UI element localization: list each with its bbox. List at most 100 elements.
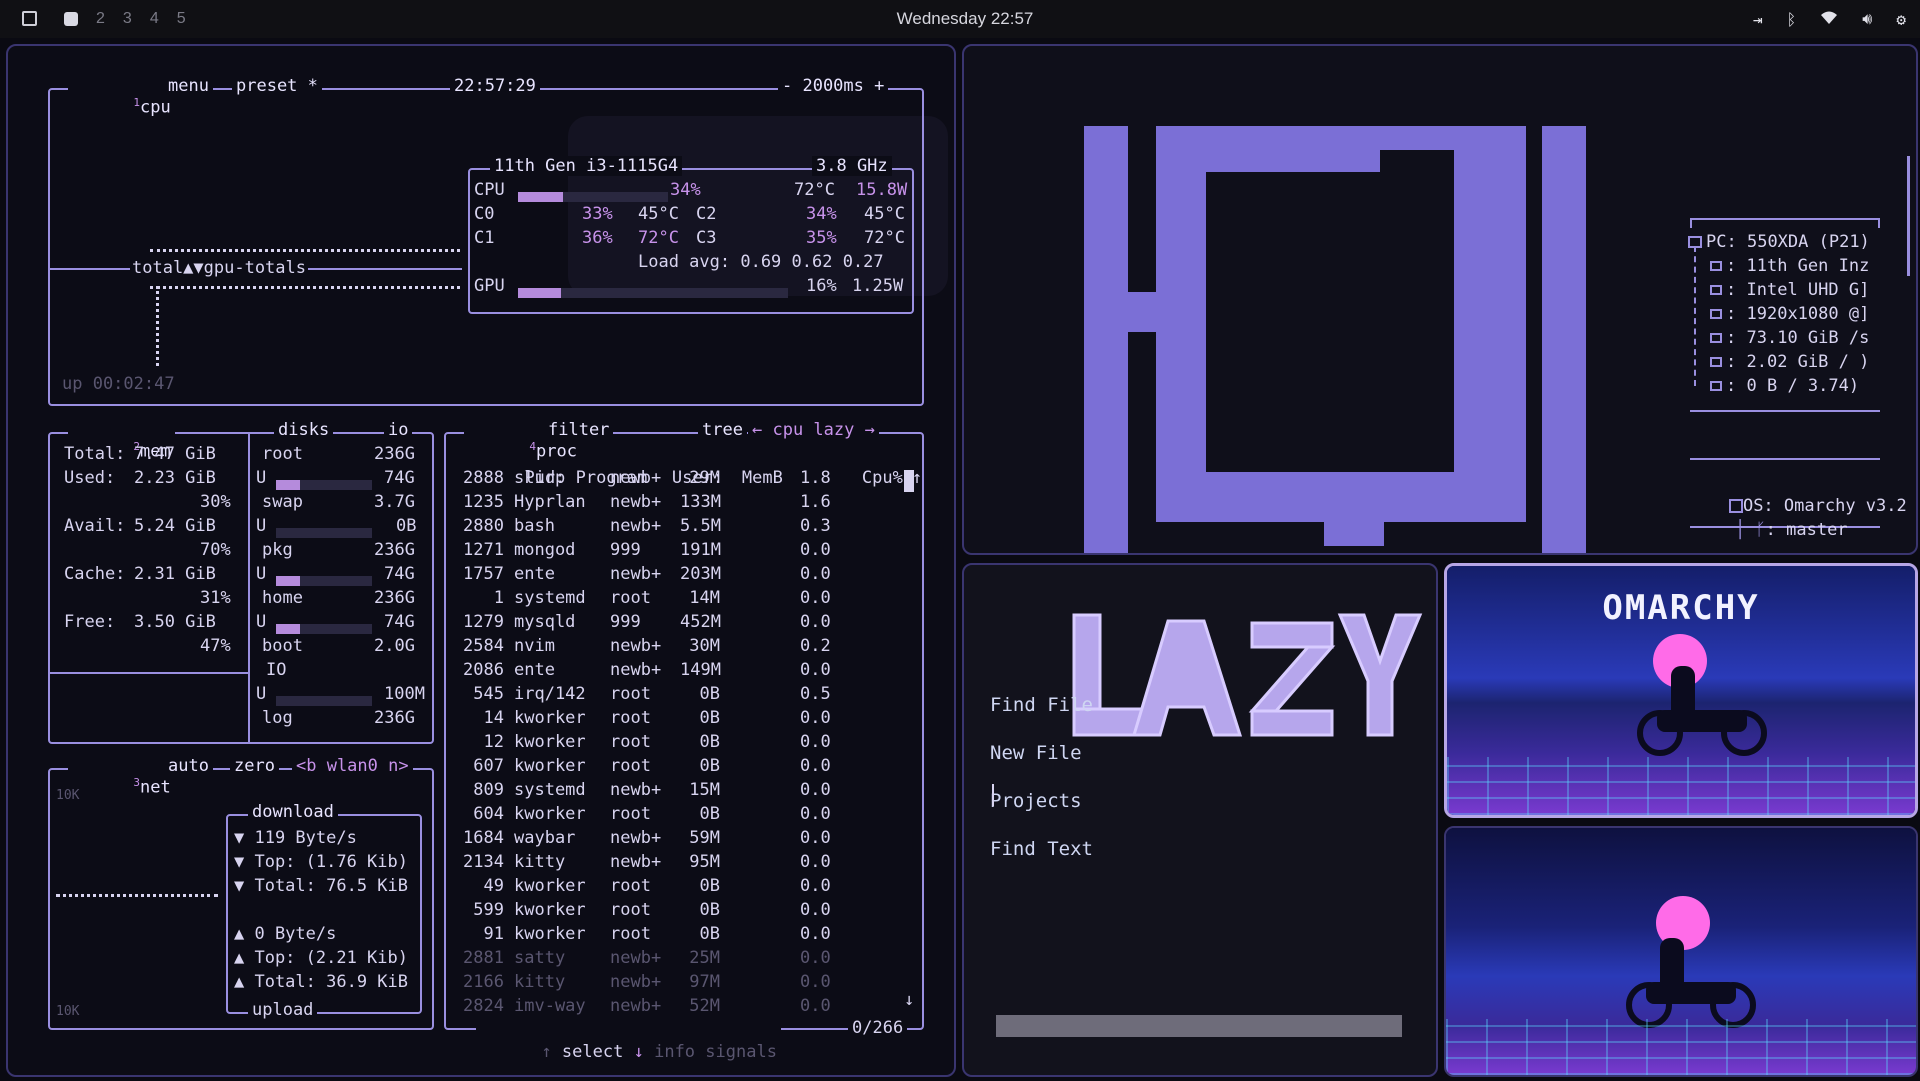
table-row[interactable]: 1279 mysqld 999 452M 0.0 bbox=[452, 610, 902, 634]
disks-tab[interactable]: disks bbox=[274, 420, 334, 440]
table-row[interactable]: 604 kworker root 0B 0.0 bbox=[452, 802, 902, 826]
proc-scrollbar[interactable] bbox=[904, 470, 914, 492]
nvim-dashboard-window[interactable]: Find File New File Projects Find Text bbox=[962, 563, 1438, 1077]
proc-sort-selector[interactable]: ← cpu lazy → bbox=[748, 420, 879, 440]
bluetooth-icon[interactable]: ᛒ bbox=[1787, 10, 1797, 29]
core-c3-temp: 72°C bbox=[864, 228, 905, 248]
cpu-clock: 22:57:29 bbox=[450, 76, 540, 96]
table-row[interactable]: 49 kworker root 0B 0.0 bbox=[452, 874, 902, 898]
wallpaper-title: OMARCHY bbox=[1602, 588, 1760, 628]
update-interval[interactable]: - 2000ms + bbox=[778, 76, 889, 96]
net-interface-selector[interactable]: <b wlan0 n> bbox=[292, 756, 413, 776]
gpu-graph-spike bbox=[156, 286, 160, 366]
table-row[interactable]: 2134 kitty newb+ 95M 0.0 bbox=[452, 850, 902, 874]
program-cell: ente bbox=[514, 564, 555, 584]
load-average: Load avg: 0.69 0.62 0.27 bbox=[638, 252, 884, 272]
mem-used-pct: 30% bbox=[200, 492, 231, 512]
wifi-icon[interactable] bbox=[1820, 10, 1838, 29]
ff-scrollbar[interactable] bbox=[1907, 156, 1910, 276]
cpu-tab[interactable]: cpu bbox=[140, 98, 171, 118]
table-row[interactable]: 14 kworker root 0B 0.0 bbox=[452, 706, 902, 730]
mem-cell: 0B bbox=[699, 732, 720, 752]
program-cell: kworker bbox=[514, 804, 586, 824]
fastfetch-window[interactable]: PC: 550XDA (P21): 11th Gen Inz: Intel UH… bbox=[962, 44, 1918, 555]
program-cell: kworker bbox=[514, 756, 586, 776]
table-row[interactable]: 2584 nvim newb+ 30M 0.2 bbox=[452, 634, 902, 658]
table-row[interactable]: 2888 slurp newb+ 29M 1.8 bbox=[452, 466, 902, 490]
cpu-cell: 0.0 bbox=[800, 780, 831, 800]
user-cell: newb+ bbox=[610, 492, 662, 512]
mem-cell: 133M bbox=[680, 492, 721, 512]
program-cell: kitty bbox=[514, 852, 566, 872]
logout-icon[interactable]: ⇥ bbox=[1753, 10, 1763, 29]
disk-root-size: 236G bbox=[374, 444, 415, 464]
scroll-down-icon[interactable]: ↓ bbox=[904, 988, 914, 1012]
table-row[interactable]: 2881 satty newb+ 25M 0.0 bbox=[452, 946, 902, 970]
net-auto-toggle[interactable]: auto bbox=[164, 756, 213, 776]
user-cell: root bbox=[610, 756, 651, 776]
program-cell: mysqld bbox=[514, 612, 576, 632]
table-row[interactable]: 1757 ente newb+ 203M 0.0 bbox=[452, 562, 902, 586]
hardware-box-right bbox=[1878, 218, 1880, 228]
pid-cell: 2880 bbox=[463, 516, 504, 536]
cpu-cell: 1.8 bbox=[800, 468, 831, 488]
table-row[interactable]: 545 irq/142 root 0B 0.5 bbox=[452, 682, 902, 706]
net-zero-toggle[interactable]: zero bbox=[230, 756, 279, 776]
table-row[interactable]: 1235 Hyprlan newb+ 133M 1.6 bbox=[452, 490, 902, 514]
program-cell: imv-way bbox=[514, 996, 586, 1016]
menu-button[interactable]: menu bbox=[164, 76, 213, 96]
table-row[interactable]: 2166 kitty newb+ 97M 0.0 bbox=[452, 970, 902, 994]
branch-value: master bbox=[1786, 520, 1848, 540]
disk-pkg-used: 74G bbox=[384, 564, 415, 584]
table-row[interactable]: 2824 imv-way newb+ 52M 0.0 bbox=[452, 994, 902, 1018]
wallpaper-preview-selected[interactable]: OMARCHY bbox=[1444, 563, 1918, 818]
table-row[interactable]: 91 kworker root 0B 0.0 bbox=[452, 922, 902, 946]
memory-icon bbox=[1710, 357, 1722, 367]
mem-free-value: 3.50 GiB bbox=[134, 612, 216, 632]
table-row[interactable]: 2880 bash newb+ 5.5M 0.3 bbox=[452, 514, 902, 538]
volume-icon[interactable]: 🔊︎ bbox=[1862, 9, 1872, 29]
cpu-cell: 0.0 bbox=[800, 852, 831, 872]
net-tab[interactable]: net bbox=[140, 778, 171, 798]
pid-cell: 1684 bbox=[463, 828, 504, 848]
io-tab[interactable]: io bbox=[384, 420, 413, 440]
table-row[interactable]: 1 systemd root 14M 0.0 bbox=[452, 586, 902, 610]
mem-cell: 95M bbox=[689, 852, 720, 872]
select-button[interactable]: select bbox=[562, 1042, 623, 1062]
btop-window[interactable]: 1 cpu menu preset * 22:57:29 - 2000ms + t… bbox=[6, 44, 956, 1077]
table-row[interactable]: 607 kworker root 0B 0.0 bbox=[452, 754, 902, 778]
table-row[interactable]: 1271 mongod 999 191M 0.0 bbox=[452, 538, 902, 562]
select-up-icon[interactable]: ↑ bbox=[541, 1042, 551, 1062]
info-key: : bbox=[1726, 352, 1737, 372]
info-button[interactable]: info bbox=[654, 1042, 695, 1062]
disk-log-size: 236G bbox=[374, 708, 415, 728]
user-cell: newb+ bbox=[610, 660, 662, 680]
proc-tree-toggle[interactable]: tree bbox=[698, 420, 747, 440]
table-row[interactable]: 2086 ente newb+ 149M 0.0 bbox=[452, 658, 902, 682]
dashboard-item-find-file[interactable]: Find File bbox=[990, 681, 1093, 729]
select-down-icon[interactable]: ↓ bbox=[634, 1042, 644, 1062]
wallpaper-preview[interactable] bbox=[1444, 826, 1918, 1077]
dashboard-item-projects[interactable]: Projects bbox=[990, 777, 1093, 825]
dashboard-item-new-file[interactable]: New File bbox=[990, 729, 1093, 777]
cpu-cell: 0.0 bbox=[800, 612, 831, 632]
clock[interactable]: Wednesday 22:57 bbox=[0, 9, 1920, 29]
user-cell: newb+ bbox=[610, 852, 662, 872]
dashboard-item-find-text[interactable]: Find Text bbox=[990, 825, 1093, 873]
table-row[interactable]: 809 systemd newb+ 15M 0.0 bbox=[452, 778, 902, 802]
preset-button[interactable]: preset * bbox=[232, 76, 322, 96]
table-row[interactable]: 12 kworker root 0B 0.0 bbox=[452, 730, 902, 754]
proc-filter-button[interactable]: filter bbox=[544, 420, 614, 440]
signals-button[interactable]: signals bbox=[705, 1042, 777, 1062]
disk-pkg-name: pkg bbox=[262, 540, 293, 560]
cpu-tray-icon[interactable]: ⚙ bbox=[1896, 10, 1906, 29]
core-c1-label: C1 bbox=[474, 228, 495, 248]
table-row[interactable]: 1684 waybar newb+ 59M 0.0 bbox=[452, 826, 902, 850]
gpu-bar bbox=[518, 287, 788, 298]
mem-avail-pct: 70% bbox=[200, 540, 231, 560]
user-cell: root bbox=[610, 876, 651, 896]
mem-divider bbox=[248, 434, 250, 742]
cpu-total-bar bbox=[518, 191, 668, 202]
cpu-cell: 0.0 bbox=[800, 708, 831, 728]
table-row[interactable]: 599 kworker root 0B 0.0 bbox=[452, 898, 902, 922]
